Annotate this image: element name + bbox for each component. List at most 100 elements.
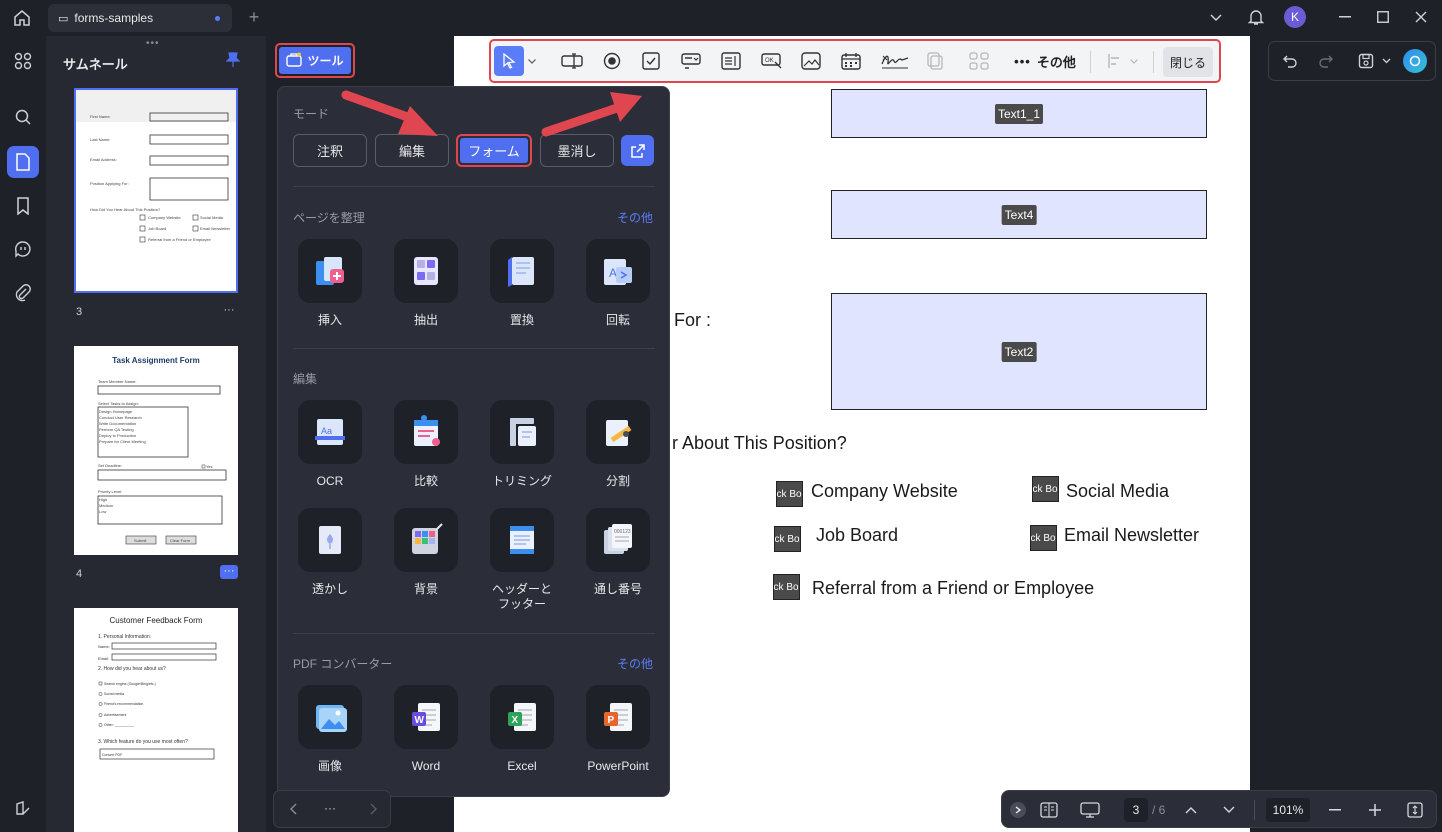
minimize-icon[interactable] [1334, 7, 1356, 27]
presentation-icon[interactable] [1078, 799, 1102, 821]
apps-grid-icon[interactable] [7, 45, 39, 77]
ocr-tool[interactable]: Aa OCR [290, 400, 370, 489]
drag-handle[interactable]: ••• [146, 38, 160, 49]
tools-button[interactable]: ツール [275, 43, 355, 78]
watermark-tool[interactable]: 透かし [290, 508, 370, 597]
converter-more-link[interactable]: その他 [617, 655, 653, 672]
page-number-input[interactable]: 3 [1124, 798, 1148, 822]
text-field-text4[interactable]: Text4 [831, 190, 1207, 239]
search-icon[interactable] [7, 101, 39, 133]
copy-fields-icon[interactable] [921, 48, 949, 74]
fit-page-icon[interactable] [1404, 799, 1426, 821]
crop-icon [490, 400, 554, 464]
save-options-chevron-icon[interactable] [1379, 54, 1393, 68]
combo-box-tool-icon[interactable] [677, 48, 705, 74]
pin-icon[interactable] [225, 52, 241, 73]
ai-assistant-icon[interactable] [1403, 49, 1427, 73]
zoom-level[interactable]: 101% [1266, 798, 1310, 822]
split-tool[interactable]: 分割 [578, 400, 658, 489]
previous-page-icon[interactable] [1182, 799, 1200, 821]
svg-text:Referral from a Friend or Empl: Referral from a Friend or Employee [148, 237, 211, 242]
replace-tool-label: 置換 [509, 313, 534, 327]
svg-text:Company Website: Company Website [148, 215, 181, 220]
header-footer-tool[interactable]: ヘッダーと フッター [482, 508, 562, 612]
compare-tool[interactable]: 比較 [386, 400, 466, 489]
reading-mode-icon[interactable] [1038, 799, 1060, 821]
attachment-icon[interactable] [7, 277, 39, 309]
maximize-icon[interactable] [1372, 7, 1394, 27]
new-tab-icon[interactable]: + [244, 7, 264, 27]
insert-tool[interactable]: 挿入 [290, 239, 370, 328]
svg-text:1. Personal Information:: 1. Personal Information: [98, 634, 151, 640]
svg-text:Medium: Medium [99, 503, 114, 508]
extract-tool-label: 抽出 [413, 313, 438, 327]
field-name-tag: Text2 [1001, 341, 1037, 362]
convert-powerpoint-tool[interactable]: P PowerPoint [578, 685, 658, 774]
align-grid-icon[interactable] [965, 48, 993, 74]
avatar[interactable]: K [1284, 6, 1306, 28]
zoom-in-icon[interactable] [1366, 799, 1384, 821]
radio-button-tool-icon[interactable] [598, 48, 626, 74]
list-box-tool-icon[interactable] [717, 48, 745, 74]
replace-tool[interactable]: 置換 [482, 239, 562, 328]
more-tools-button[interactable]: ••• その他 [1012, 48, 1078, 74]
align-options-chevron-icon[interactable] [1127, 48, 1141, 74]
field-name-tag: Text4 [1001, 204, 1037, 225]
page-3-more-button[interactable]: ··· [220, 304, 238, 318]
checkbox-tool-icon[interactable] [637, 48, 665, 74]
bookmark-icon[interactable] [7, 190, 39, 222]
zoom-out-icon[interactable] [1326, 799, 1344, 821]
page-4-more-button[interactable]: ··· [220, 565, 238, 579]
date-field-tool-icon[interactable] [837, 48, 865, 74]
split-icon [586, 400, 650, 464]
text-field-text2[interactable]: Text2 [831, 293, 1207, 410]
chevron-down-icon[interactable] [1206, 8, 1226, 28]
svg-text:Other: __________: Other: __________ [104, 723, 134, 727]
next-page-icon[interactable] [1220, 799, 1238, 821]
page-thumbnail-5[interactable]: Customer Feedback Form 1. Personal Infor… [74, 608, 238, 832]
option-referral: Referral from a Friend or Employee [812, 578, 1095, 598]
undo-icon[interactable] [1279, 51, 1301, 71]
chevron-right-icon[interactable] [366, 801, 380, 817]
button-tool-icon[interactable]: OK [758, 48, 786, 74]
pointer-options-chevron-icon[interactable] [525, 53, 539, 69]
pager-more-button[interactable]: ··· [324, 801, 336, 815]
checkbox-company-website[interactable]: eck Bo [776, 481, 803, 507]
checkbox-email-newsletter[interactable]: eck Bo [1030, 525, 1057, 551]
text-field-text1-1[interactable]: Text1_1 [831, 89, 1207, 138]
redo-icon[interactable] [1315, 51, 1337, 71]
signature-tool-icon[interactable] [878, 48, 912, 74]
bates-number-tool[interactable]: 000123 通し番号 [578, 508, 658, 597]
close-icon[interactable] [1410, 7, 1432, 27]
align-options-icon[interactable] [1101, 48, 1129, 74]
convert-word-tool[interactable]: W Word [386, 685, 466, 774]
checkbox-job-board[interactable]: eck Bo [774, 526, 801, 552]
close-form-mode-button[interactable]: 閉じる [1163, 47, 1213, 77]
organize-more-link[interactable]: その他 [617, 209, 653, 226]
chevron-left-icon[interactable] [286, 801, 300, 817]
image-field-tool-icon[interactable] [797, 48, 825, 74]
convert-image-tool[interactable]: 画像 [290, 685, 370, 774]
extract-tool[interactable]: 抽出 [386, 239, 466, 328]
collapse-toolbar-icon[interactable] [1010, 802, 1026, 818]
convert-excel-tool[interactable]: X Excel [482, 685, 562, 774]
rotate-tool[interactable]: A 回転 [578, 239, 658, 328]
save-icon[interactable] [1355, 51, 1377, 71]
svg-text:Priority Level:: Priority Level: [98, 489, 122, 494]
page-thumbnail-3[interactable]: First Name: Last Name: Email Address: Po… [74, 88, 238, 293]
checkbox-referral[interactable]: eck Bo [773, 574, 800, 600]
text-field-tool-icon[interactable] [558, 48, 586, 74]
background-tool[interactable]: 背景 [386, 508, 466, 597]
page-thumbnail-4[interactable]: Task Assignment Form Team Member Name: S… [74, 346, 238, 555]
bell-icon[interactable] [1246, 6, 1266, 28]
select-pointer-icon[interactable] [494, 46, 524, 76]
checkbox-social-media[interactable]: eck Bo [1032, 476, 1059, 502]
home-icon[interactable] [10, 7, 34, 29]
document-tab[interactable]: ▭ forms-samples [48, 4, 232, 32]
crop-tool[interactable]: トリミング [482, 400, 562, 489]
comment-icon[interactable] [7, 233, 39, 265]
theme-icon[interactable] [7, 792, 39, 824]
ocr-icon: Aa [298, 400, 362, 464]
pages-icon[interactable] [7, 146, 39, 178]
insert-tool-label: 挿入 [317, 313, 342, 327]
